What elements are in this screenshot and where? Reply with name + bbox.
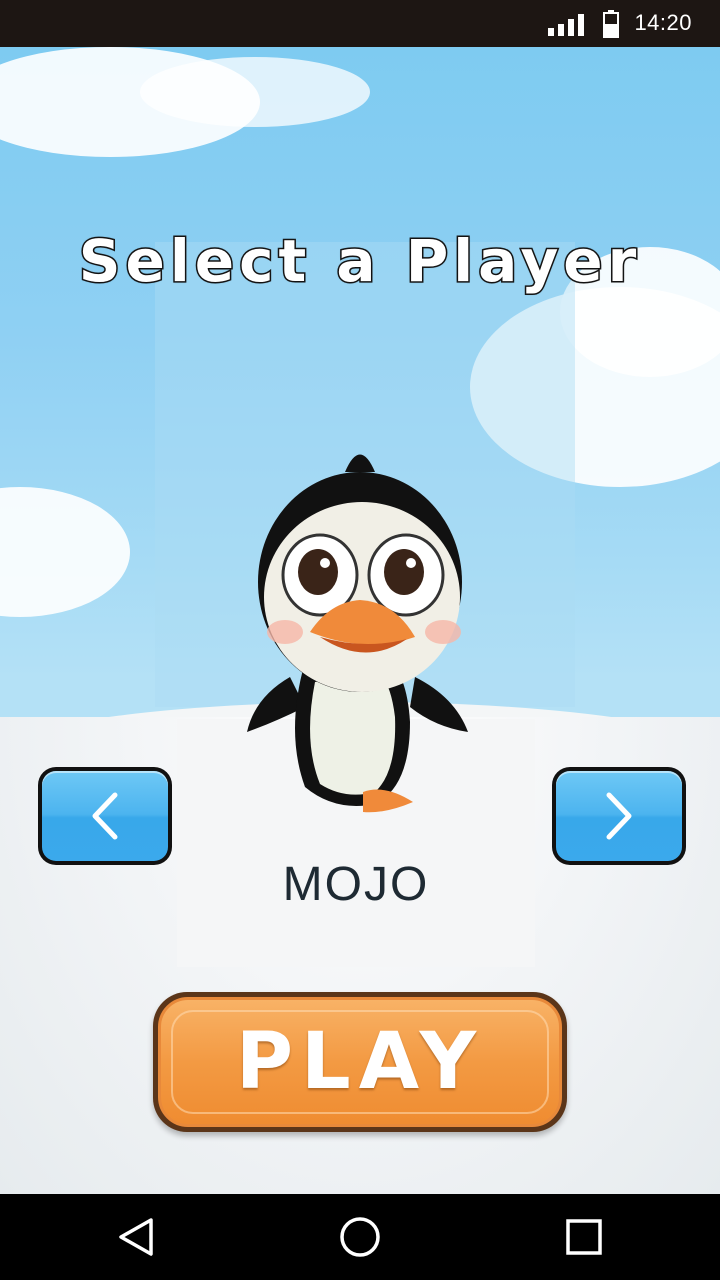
back-icon[interactable] bbox=[111, 1212, 161, 1262]
player-name: MOJO bbox=[282, 858, 430, 911]
penguin-character bbox=[247, 454, 468, 813]
play-button-label: PLAY bbox=[235, 1017, 485, 1107]
cloud bbox=[0, 487, 130, 617]
recents-icon[interactable] bbox=[559, 1212, 609, 1262]
play-button[interactable]: PLAY bbox=[153, 992, 567, 1132]
chevron-left-icon bbox=[92, 792, 118, 840]
navigation-bar bbox=[0, 1194, 720, 1280]
cloud bbox=[140, 57, 370, 127]
previous-player-button[interactable] bbox=[38, 767, 172, 865]
page-title: Select a Player bbox=[77, 226, 642, 297]
game-scene: Select a Player MOJO PLAY bbox=[0, 47, 720, 1194]
clock: 14:20 bbox=[634, 10, 692, 35]
battery-icon bbox=[603, 10, 619, 38]
status-bar: 14:20 bbox=[0, 0, 720, 47]
chevron-right-icon bbox=[606, 792, 632, 840]
signal-icon bbox=[548, 14, 584, 36]
next-player-button[interactable] bbox=[552, 767, 686, 865]
home-icon[interactable] bbox=[335, 1212, 385, 1262]
